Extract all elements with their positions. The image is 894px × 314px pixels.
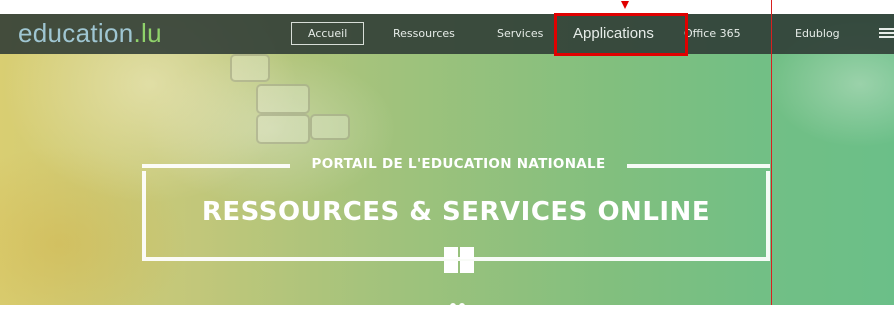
nav-item-label: Office 365 <box>684 27 741 40</box>
highlight-box <box>554 13 688 56</box>
nav-item-office-365[interactable]: Office 365 <box>684 24 741 44</box>
hero-headline: RESSOURCES & SERVICES ONLINE <box>201 197 711 227</box>
page-top-strip <box>0 0 894 14</box>
carousel-dots[interactable] <box>450 296 470 309</box>
down-arrow-icon <box>621 1 629 9</box>
site-logo[interactable]: education.lu <box>18 17 162 49</box>
logo-name: education <box>18 18 134 48</box>
frame-top-right <box>627 164 770 168</box>
frame-top-left <box>142 164 290 168</box>
keyboard-key <box>230 54 270 82</box>
nav-item-accueil[interactable]: Accueil <box>291 22 365 45</box>
nav-item-ressources[interactable]: Ressources <box>393 24 455 44</box>
keyboard-key <box>310 114 350 140</box>
hamburger-menu-icon[interactable] <box>879 28 894 38</box>
nav-item-label: Edublog <box>795 27 840 40</box>
logo-tld: .lu <box>133 18 162 48</box>
guide-line <box>771 0 772 305</box>
nav-item-label: Services <box>497 27 544 40</box>
nav-item-services[interactable]: Services <box>497 24 543 44</box>
hero-subtitle: PORTAIL DE L'EDUCATION NATIONALE <box>311 156 606 172</box>
keyboard-key <box>256 84 310 114</box>
windows-icon[interactable] <box>444 247 474 273</box>
keyboard-key <box>256 114 310 144</box>
nav-item-label: Ressources <box>393 27 455 40</box>
nav-item-edublog[interactable]: Edublog <box>795 24 840 44</box>
nav-item-label: Accueil <box>308 27 348 40</box>
